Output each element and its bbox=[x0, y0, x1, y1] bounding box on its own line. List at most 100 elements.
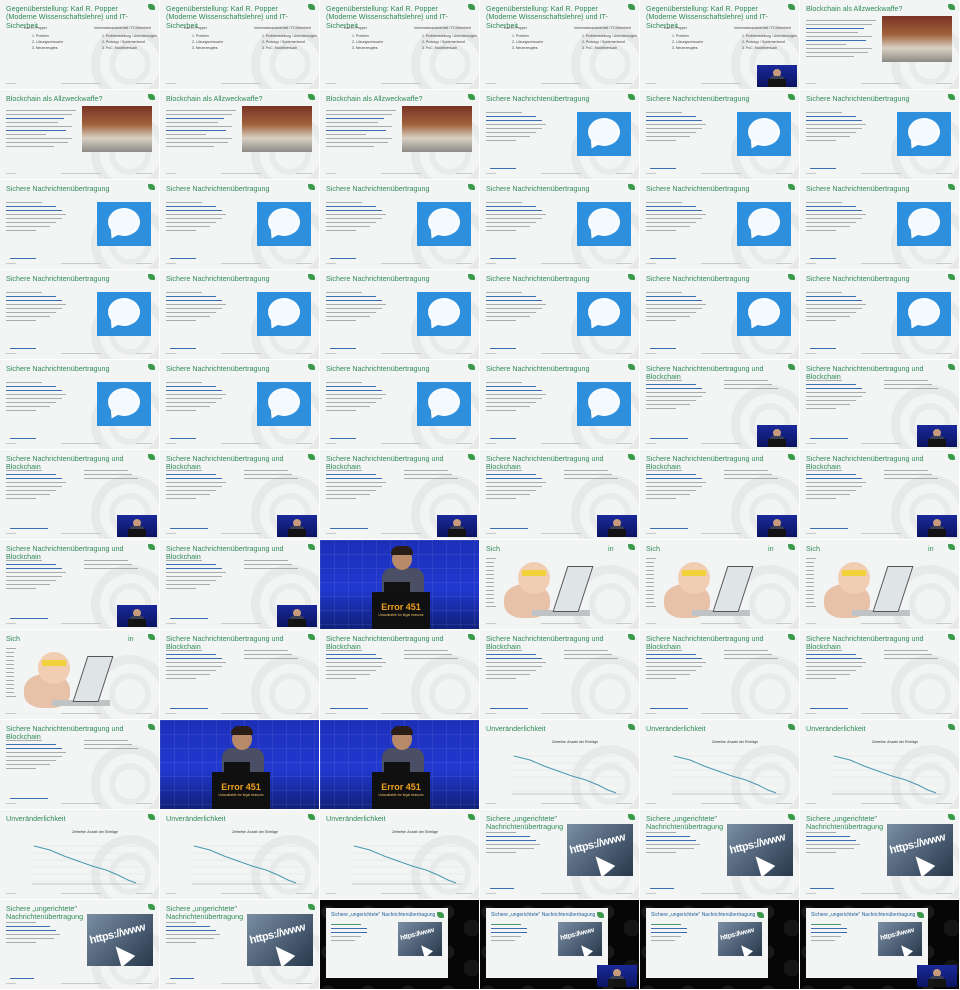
slide-thumbnail[interactable]: Sichere Nachrichtenübertragung und Block… bbox=[640, 360, 799, 449]
slide-thumbnail[interactable]: Sichere Nachrichtenübertragung und Block… bbox=[0, 450, 159, 539]
slide-thumbnail[interactable]: Blockchain als Allzweckwaffe? bbox=[800, 0, 959, 89]
text-line bbox=[806, 112, 842, 114]
text-line bbox=[646, 214, 706, 216]
slide-thumbnail[interactable]: Blockchain als Allzweckwaffe? bbox=[320, 90, 479, 179]
slide-thumbnail[interactable]: Sichere Nachrichtenübertragung und Block… bbox=[800, 360, 959, 449]
slide-thumbnail[interactable]: Sichere Nachrichtenübertragung und Block… bbox=[320, 450, 479, 539]
slide-thumbnail[interactable]: Error 451 Unavailable for legal reasons bbox=[320, 720, 479, 809]
slide-thumbnail[interactable]: Sichere Nachrichtenübertragung bbox=[640, 180, 799, 269]
slide-thumbnail[interactable]: Unveränderlichkeit Zeitreihe: Anzahl der … bbox=[480, 720, 639, 809]
slide-thumbnail[interactable]: Sich in bbox=[480, 540, 639, 629]
slide-thumbnail[interactable]: Unveränderlichkeit Zeitreihe: Anzahl der … bbox=[160, 810, 319, 899]
slide-thumbnail[interactable]: Sichere Nachrichtenübertragung und Block… bbox=[640, 630, 799, 719]
text-line bbox=[166, 938, 214, 940]
slide-thumbnail[interactable]: Sichere Nachrichtenübertragung bbox=[320, 360, 479, 449]
slide-thumbnail[interactable]: Unveränderlichkeit Zeitreihe: Anzahl der … bbox=[800, 720, 959, 809]
slide-thumbnail[interactable]: Sichere Nachrichtenübertragung und Block… bbox=[480, 630, 639, 719]
slide-thumbnail[interactable]: Sichere Nachrichtenübertragung bbox=[320, 270, 479, 359]
slide-footer bbox=[326, 713, 473, 715]
slide-thumbnail[interactable]: Sichere Nachrichtenübertragung und Block… bbox=[160, 630, 319, 719]
text-line bbox=[806, 128, 862, 130]
slide-thumbnail[interactable]: Sichere „ungerichtete" Nachrichtenübertr… bbox=[480, 810, 639, 899]
speaker-camera-inset bbox=[757, 515, 797, 537]
slide-thumbnail[interactable]: Gegenüberstellung: Karl R. Popper (Moder… bbox=[320, 0, 479, 89]
slide-thumbnail[interactable]: Sichere „ungerichtete" Nachrichtenübertr… bbox=[640, 900, 799, 989]
text-line bbox=[806, 490, 856, 492]
text-line bbox=[724, 478, 778, 480]
text-line bbox=[6, 230, 36, 232]
slide-thumbnail[interactable]: Sichere Nachrichtenübertragung bbox=[800, 90, 959, 179]
leaf-icon bbox=[468, 364, 475, 370]
slide-thumbnail[interactable]: Sichere Nachrichtenübertragung und Block… bbox=[160, 540, 319, 629]
slide-thumbnail[interactable]: Sichere Nachrichtenübertragung bbox=[480, 360, 639, 449]
text-line bbox=[806, 380, 842, 382]
slide-thumbnail[interactable]: Sich in bbox=[0, 630, 159, 719]
footer-line bbox=[326, 713, 336, 714]
text-line bbox=[6, 390, 62, 392]
slide-thumbnail[interactable]: Sichere Nachrichtenübertragung und Block… bbox=[0, 540, 159, 629]
slide-thumbnail[interactable]: Sichere „ungerichtete" Nachrichtenübertr… bbox=[160, 900, 319, 989]
footer-line bbox=[806, 173, 816, 174]
slide-thumbnail[interactable]: Sichere Nachrichtenübertragung bbox=[160, 360, 319, 449]
text-line bbox=[486, 210, 542, 212]
slide-thumbnail[interactable]: Error 451 Unavailable for legal reasons bbox=[320, 540, 479, 629]
watermark-inner-icon bbox=[749, 673, 791, 715]
slide-thumbnail[interactable]: Sichere Nachrichtenübertragung und Block… bbox=[640, 450, 799, 539]
slide-thumbnail[interactable]: Gegenüberstellung: Karl R. Popper (Moder… bbox=[160, 0, 319, 89]
slide-footer bbox=[806, 713, 953, 715]
slide-thumbnail[interactable]: Sichere Nachrichtenübertragung bbox=[480, 270, 639, 359]
slide-thumbnail[interactable]: Sichere „ungerichtete" Nachrichtenübertr… bbox=[480, 900, 639, 989]
slide-thumbnail[interactable]: Sichere Nachrichtenübertragung bbox=[0, 180, 159, 269]
slide-thumbnail[interactable]: Sichere Nachrichtenübertragung bbox=[800, 180, 959, 269]
comparison-cell: 1. Problem bbox=[352, 34, 369, 38]
slide-thumbnail[interactable]: Sichere Nachrichtenübertragung bbox=[640, 90, 799, 179]
slide-thumbnail[interactable]: Sichere Nachrichtenübertragung und Block… bbox=[480, 450, 639, 539]
slide-thumbnail[interactable]: Sich in bbox=[640, 540, 799, 629]
slide-thumbnail[interactable]: Sichere Nachrichtenübertragung und Block… bbox=[800, 450, 959, 539]
footer-line bbox=[861, 263, 901, 264]
slide-thumbnail[interactable]: Sichere Nachrichtenübertragung bbox=[800, 270, 959, 359]
slide-thumbnail[interactable]: Gegenüberstellung: Karl R. Popper (Moder… bbox=[640, 0, 799, 89]
slide-thumbnail[interactable]: Sichere Nachrichtenübertragung bbox=[640, 270, 799, 359]
slide-thumbnail[interactable]: Sichere Nachrichtenübertragung bbox=[0, 270, 159, 359]
cursor-arrow-icon bbox=[268, 940, 296, 966]
text-line bbox=[84, 740, 128, 742]
slide-thumbnail[interactable]: Unveränderlichkeit Zeitreihe: Anzahl der … bbox=[0, 810, 159, 899]
text-line bbox=[806, 658, 862, 660]
footer-line bbox=[806, 83, 816, 84]
slide-thumbnail[interactable]: Sichere Nachrichtenübertragung bbox=[160, 180, 319, 269]
slide-thumbnail[interactable]: Gegenüberstellung: Karl R. Popper (Moder… bbox=[0, 0, 159, 89]
slide-thumbnail[interactable]: Sichere „ungerichtete" Nachrichtenübertr… bbox=[0, 900, 159, 989]
slide-thumbnail[interactable]: Sichere „ungerichtete" Nachrichtenübertr… bbox=[800, 810, 959, 899]
slide-thumbnail[interactable]: Blockchain als Allzweckwaffe? bbox=[160, 90, 319, 179]
speaker-camera-inset bbox=[757, 65, 797, 87]
slide-thumbnail[interactable]: Sichere Nachrichtenübertragung bbox=[480, 90, 639, 179]
slide-thumbnail[interactable]: Sichere „ungerichtete" Nachrichtenübertr… bbox=[640, 810, 799, 899]
slide-thumbnail[interactable]: Sichere Nachrichtenübertragung bbox=[480, 180, 639, 269]
slide-thumbnail[interactable]: Sichere „ungerichtete" Nachrichtenübertr… bbox=[320, 900, 479, 989]
slide-thumbnail[interactable]: Sichere Nachrichtenübertragung und Block… bbox=[320, 630, 479, 719]
slide-thumbnail[interactable]: Sichere „ungerichtete" Nachrichtenübertr… bbox=[800, 900, 959, 989]
slide-thumbnail[interactable]: Sichere Nachrichtenübertragung bbox=[0, 360, 159, 449]
slide-footer bbox=[486, 803, 633, 805]
slide-thumbnail[interactable]: Gegenüberstellung: Karl R. Popper (Moder… bbox=[480, 0, 639, 89]
slide-thumbnail[interactable]: Sichere Nachrichtenübertragung und Block… bbox=[160, 450, 319, 539]
slide-thumbnail[interactable]: Unveränderlichkeit Zeitreihe: Anzahl der … bbox=[320, 810, 479, 899]
speaker-hair bbox=[391, 546, 413, 555]
footer-line bbox=[616, 443, 632, 444]
text-line bbox=[326, 662, 386, 664]
fhi-logo-icon bbox=[468, 634, 475, 646]
fhi-logo-icon bbox=[308, 544, 315, 556]
slide-thumbnail[interactable]: Sichere Nachrichtenübertragung bbox=[160, 270, 319, 359]
slide-thumbnail[interactable]: Error 451 Unavailable for legal reasons bbox=[160, 720, 319, 809]
line-chart: Zeitreihe: Anzahl der Einträge bbox=[820, 740, 946, 798]
text-line bbox=[331, 940, 355, 942]
slide-thumbnail[interactable]: Unveränderlichkeit Zeitreihe: Anzahl der … bbox=[640, 720, 799, 809]
signal-logo-icon bbox=[737, 292, 791, 336]
slide-thumbnail[interactable]: Sichere Nachrichtenübertragung und Block… bbox=[0, 720, 159, 809]
slide-thumbnail[interactable]: Sichere Nachrichtenübertragung und Block… bbox=[800, 630, 959, 719]
slide-thumbnail[interactable]: Sich in bbox=[800, 540, 959, 629]
text-line bbox=[806, 206, 856, 208]
slide-thumbnail[interactable]: Sichere Nachrichtenübertragung bbox=[320, 180, 479, 269]
slide-thumbnail[interactable]: Blockchain als Allzweckwaffe? bbox=[0, 90, 159, 179]
